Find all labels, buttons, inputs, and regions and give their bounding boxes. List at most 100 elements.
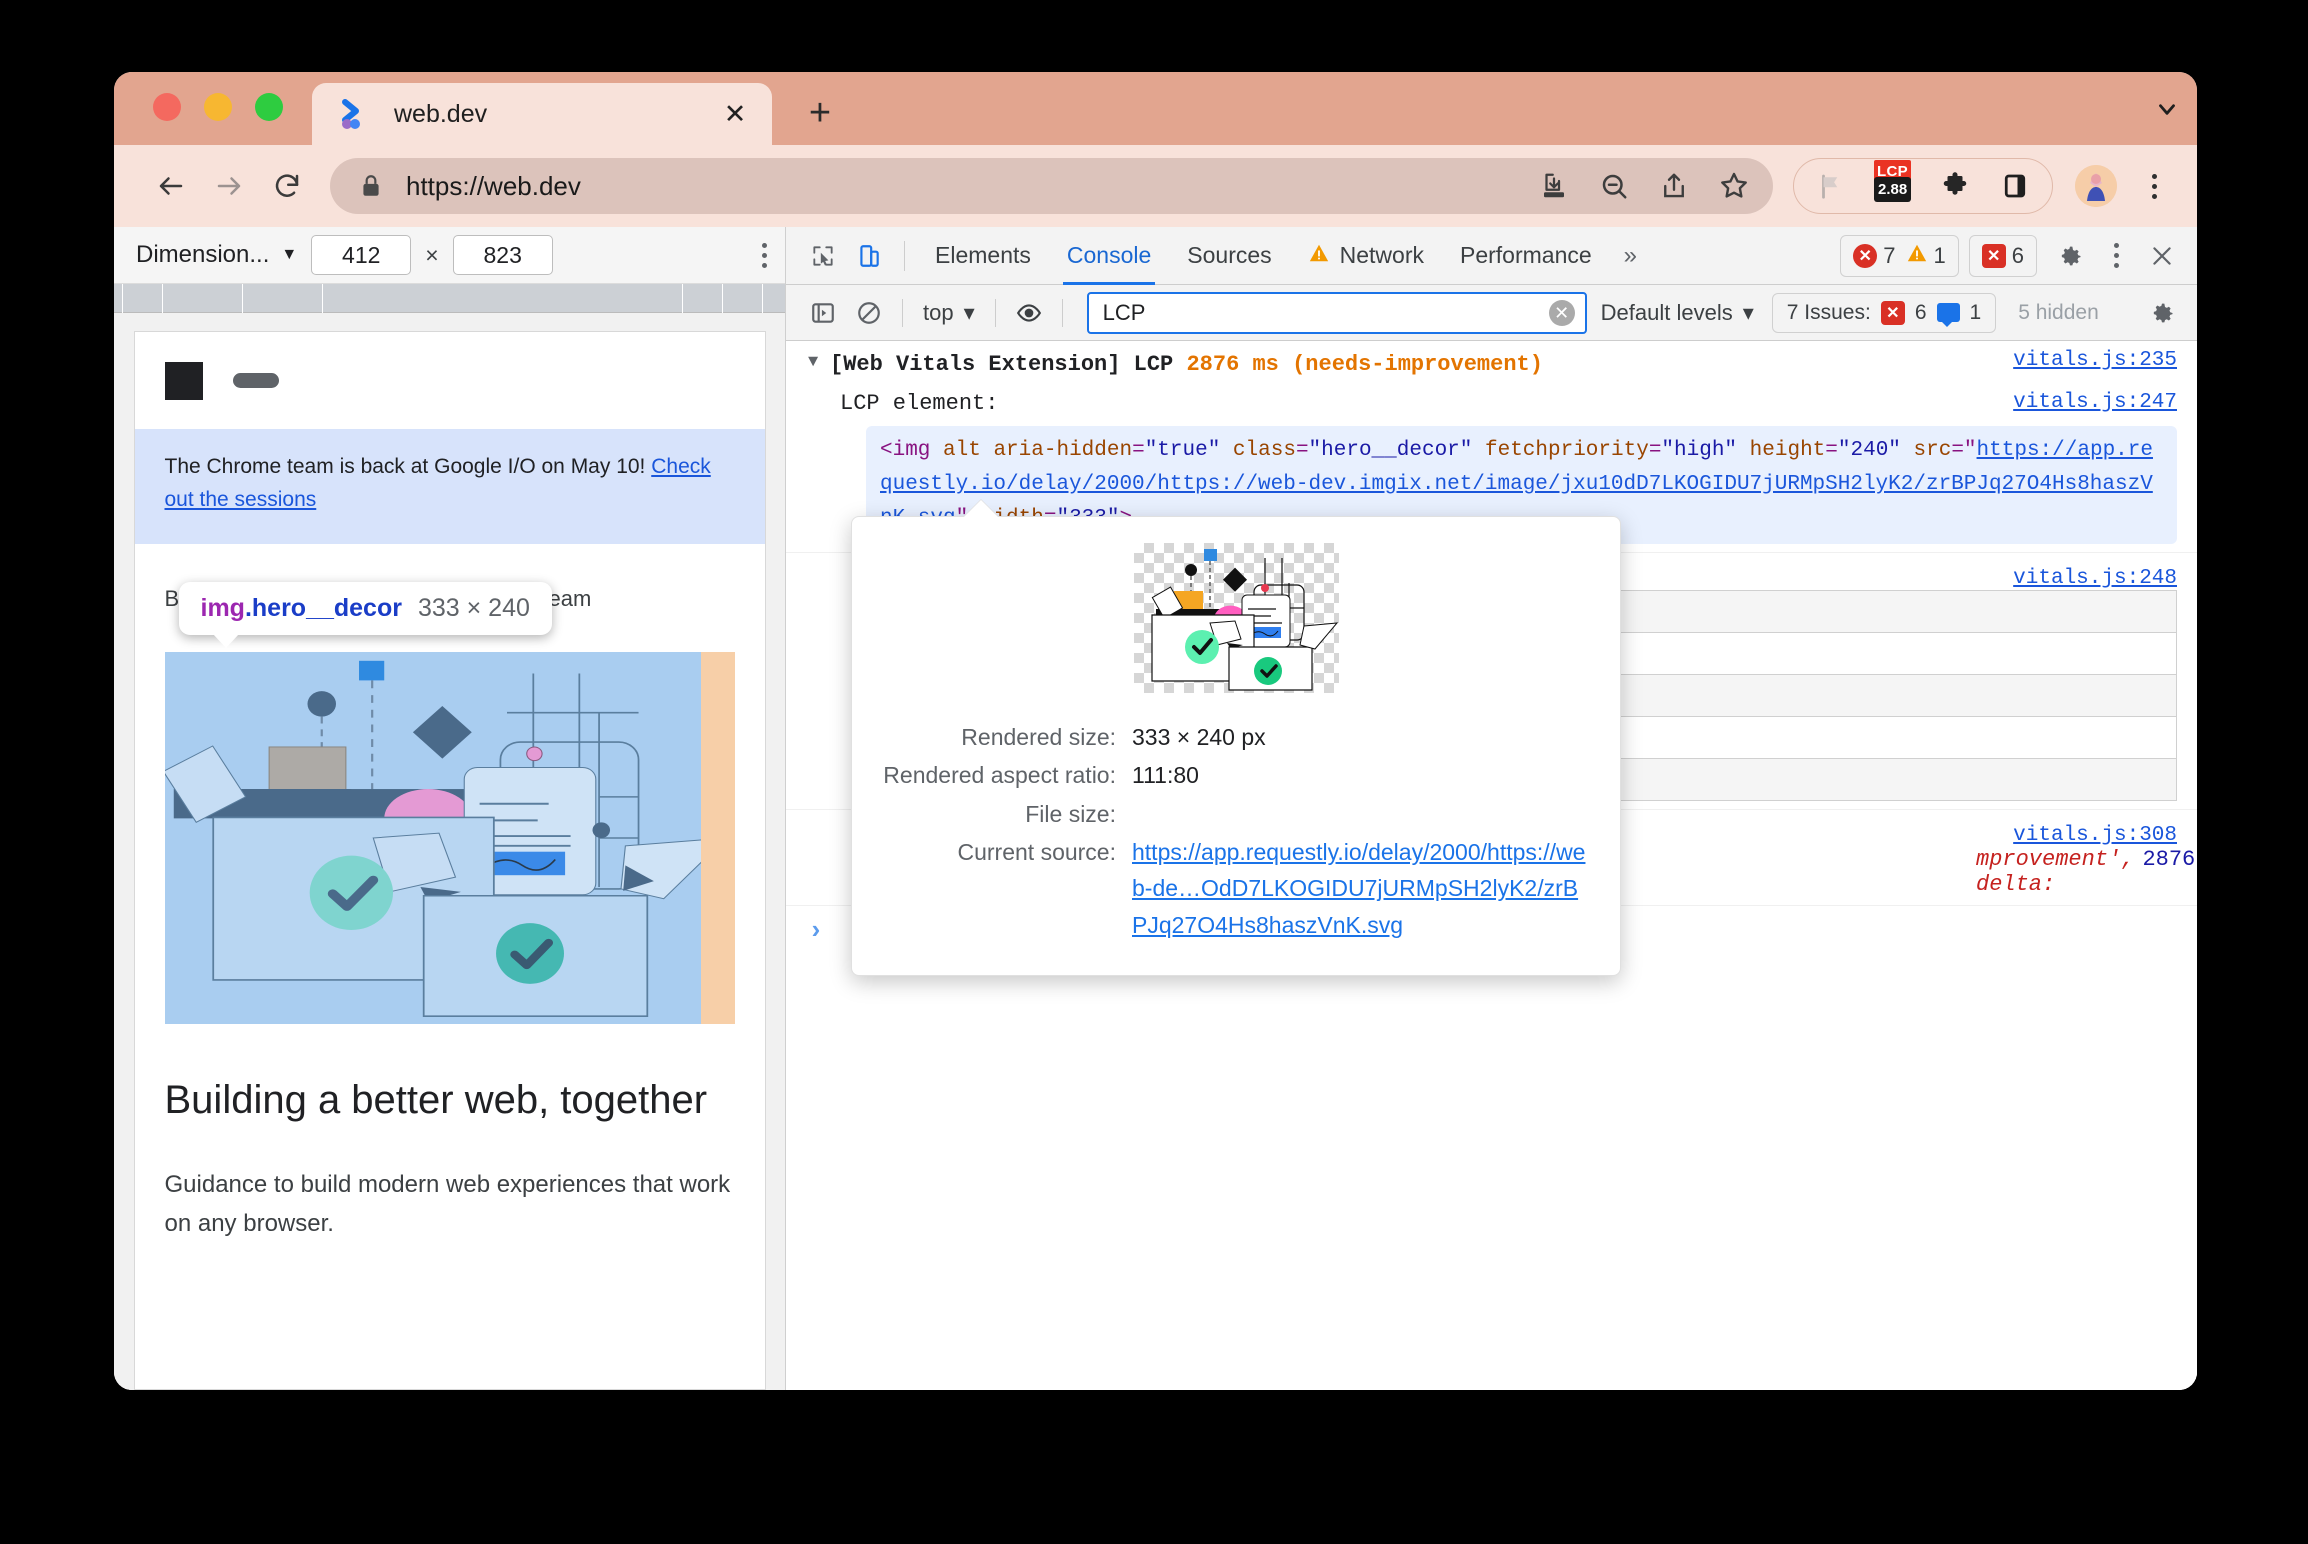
clear-console-icon[interactable] xyxy=(846,290,892,336)
avatar[interactable] xyxy=(2075,165,2117,207)
warning-triangle-icon xyxy=(1308,242,1330,270)
source-link[interactable]: vitals.js:247 xyxy=(2013,391,2177,414)
viewport-width-input[interactable] xyxy=(311,235,412,275)
maximize-window-button[interactable] xyxy=(255,93,283,121)
more-tabs-icon[interactable]: » xyxy=(1610,242,1651,270)
share-icon[interactable] xyxy=(1657,169,1691,203)
warning-counter[interactable]: 1 xyxy=(1906,242,1946,270)
devtools-tab-bar: Elements Console Sources Network Perform… xyxy=(786,227,2197,285)
close-window-button[interactable] xyxy=(153,93,181,121)
browser-tab[interactable]: web.dev ✕ xyxy=(312,83,772,145)
node-attr-name: class xyxy=(1232,438,1296,462)
kebab-menu-icon[interactable] xyxy=(2137,169,2171,203)
reload-icon[interactable] xyxy=(258,157,316,215)
issues-error-count: 6 xyxy=(1914,300,1927,324)
tab-network[interactable]: Network xyxy=(1290,227,1442,285)
bookmark-star-icon[interactable] xyxy=(1717,169,1751,203)
context-label: top xyxy=(923,299,954,325)
viewport-height-input[interactable] xyxy=(452,235,553,275)
element-badge-class: .hero__decor xyxy=(244,594,402,623)
console-filter-input[interactable] xyxy=(1102,299,1549,326)
tab-label: Elements xyxy=(935,242,1031,268)
node-attr-value: "240" xyxy=(1837,438,1901,462)
emulated-viewport[interactable]: The Chrome team is back at Google I/O on… xyxy=(133,331,766,1390)
site-logo-wordmark-icon xyxy=(232,373,279,388)
page-title: Building a better web, together xyxy=(164,1078,708,1123)
log-levels-select[interactable]: Default levels ▾ xyxy=(1601,300,1754,326)
tab-label: Performance xyxy=(1460,242,1592,268)
hero-accent-bar xyxy=(700,652,735,1025)
live-expression-eye-icon[interactable] xyxy=(1006,290,1052,336)
console-sidebar-icon[interactable] xyxy=(800,290,846,336)
tab-sources[interactable]: Sources xyxy=(1169,227,1289,285)
tooltip-value xyxy=(1132,796,1590,832)
close-icon[interactable]: ✕ xyxy=(718,97,752,131)
toolbar-divider xyxy=(994,298,996,327)
clear-input-icon[interactable]: ✕ xyxy=(1548,299,1575,326)
site-notice-text: The Chrome team is back at Google I/O on… xyxy=(164,455,652,478)
error-counter[interactable]: ✕ 7 xyxy=(1853,243,1896,269)
toolbar-divider xyxy=(904,240,905,271)
tab-label: Sources xyxy=(1187,242,1272,268)
last-message-fragment: mprovement', delta: xyxy=(1976,846,2135,897)
error-icon: ✕ xyxy=(1853,243,1878,268)
issues-counter-group[interactable]: ✕ 6 xyxy=(1968,234,2037,277)
expand-triangle-icon[interactable]: ▼ xyxy=(808,349,830,372)
source-link[interactable]: vitals.js:308 xyxy=(2013,824,2177,847)
tooltip-label: Rendered size: xyxy=(961,724,1116,750)
install-download-icon[interactable] xyxy=(1537,169,1571,203)
device-dimensions-select[interactable]: Dimension... ▼ xyxy=(136,241,297,269)
issues-summary-chip[interactable]: 7 Issues: ✕ 6 1 xyxy=(1771,292,1997,333)
console-output[interactable]: ▼ [Web Vitals Extension] LCP 2876 ms (ne… xyxy=(786,341,2197,1390)
tooltip-row: Rendered size: 333 × 240 px xyxy=(882,719,1590,755)
source-link[interactable]: vitals.js:235 xyxy=(2013,349,2177,372)
lcp-extension-badge[interactable]: LCP 2.88 xyxy=(1874,160,1912,209)
screenshot-root: web.dev ✕ + https://web.dev LCP 2.88 Dim… xyxy=(0,0,2308,1544)
page-subtitle: Guidance to build modern web experiences… xyxy=(164,1170,731,1237)
node-open-tag: <img xyxy=(880,438,931,462)
minimize-window-button[interactable] xyxy=(204,93,232,121)
address-bar[interactable]: https://web.dev xyxy=(330,158,1773,214)
console-filter-input-wrapper[interactable]: ✕ xyxy=(1086,291,1587,334)
tab-label: Console xyxy=(1066,242,1152,268)
tooltip-row: File size: xyxy=(882,796,1590,832)
close-icon[interactable] xyxy=(2139,233,2185,279)
info-icon xyxy=(1936,303,1960,327)
tooltip-source-link[interactable]: https://app.requestly.io/delay/2000/http… xyxy=(1132,834,1590,943)
inspect-cursor-icon[interactable] xyxy=(800,233,846,279)
side-panel-icon[interactable] xyxy=(1998,169,2032,203)
device-toolbar-icon[interactable] xyxy=(846,233,892,279)
kebab-menu-icon[interactable] xyxy=(762,242,767,268)
issue-icon: ✕ xyxy=(1880,300,1905,325)
node-attr-name: height xyxy=(1749,438,1826,462)
tab-performance[interactable]: Performance xyxy=(1442,227,1610,285)
chevron-down-icon[interactable] xyxy=(2137,72,2197,145)
device-dimensions-label: Dimension... xyxy=(136,241,270,268)
site-logo-icon[interactable] xyxy=(164,361,203,400)
issue-counters[interactable]: ✕ 7 1 xyxy=(1840,234,1959,277)
warning-triangle-icon xyxy=(1906,242,1928,270)
kebab-menu-icon[interactable] xyxy=(2093,233,2139,279)
gear-icon[interactable] xyxy=(2047,233,2093,279)
node-attr-value: "hero__decor" xyxy=(1308,438,1473,462)
execution-context-select[interactable]: top ▾ xyxy=(913,300,985,326)
image-preview-tooltip: Rendered size: 333 × 240 px Rendered asp… xyxy=(851,516,1621,976)
tab-console[interactable]: Console xyxy=(1049,227,1169,285)
image-preview-thumbnail xyxy=(1133,543,1339,693)
plus-icon[interactable]: + xyxy=(794,87,846,139)
zoom-out-icon[interactable] xyxy=(1597,169,1631,203)
last-message-value: 2876.200000002980 xyxy=(2142,846,2197,872)
issues-counter[interactable]: ✕ 6 xyxy=(1981,243,2024,269)
viewport-ruler xyxy=(114,284,785,313)
node-attr-name: fetchpriority xyxy=(1484,438,1649,462)
source-link[interactable]: vitals.js:248 xyxy=(2013,567,2177,590)
warning-count: 1 xyxy=(1933,242,1946,268)
extensions-puzzle-icon[interactable] xyxy=(1938,169,1972,203)
gear-icon[interactable] xyxy=(2139,290,2185,336)
browser-window: web.dev ✕ + https://web.dev LCP 2.88 Dim… xyxy=(114,72,2197,1390)
message-prefix: [Web Vitals Extension] LCP xyxy=(830,352,1187,377)
arrow-left-icon[interactable] xyxy=(142,157,200,215)
tab-elements[interactable]: Elements xyxy=(917,227,1049,285)
flag-icon[interactable] xyxy=(1814,169,1848,203)
arrow-right-icon[interactable] xyxy=(200,157,258,215)
